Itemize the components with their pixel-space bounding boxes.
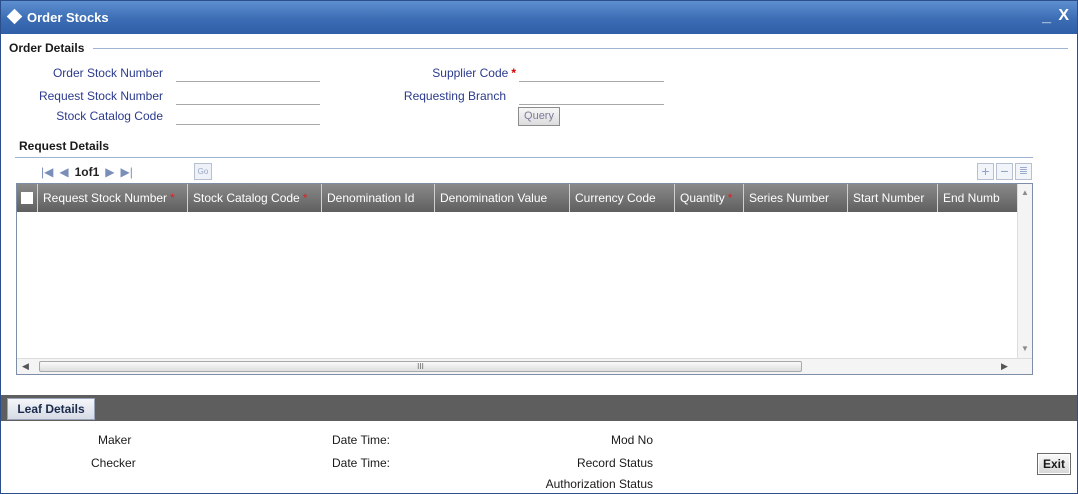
required-marker: *	[170, 191, 175, 205]
request-stock-number-input[interactable]	[176, 87, 320, 105]
col-label: Start Number	[853, 191, 925, 205]
col-label: Request Stock Number	[43, 191, 168, 205]
col-stock-catalog-code[interactable]: Stock Catalog Code *	[188, 184, 322, 212]
scroll-left-icon[interactable]: ◀	[22, 361, 29, 372]
select-all-checkbox-cell	[17, 184, 38, 212]
col-series-number[interactable]: Series Number	[744, 184, 848, 212]
vertical-scrollbar[interactable]: ▲ ▼	[1017, 184, 1032, 359]
col-label: Stock Catalog Code	[193, 191, 300, 205]
col-quantity[interactable]: Quantity *	[675, 184, 744, 212]
record-status-label: Record Status	[576, 456, 653, 470]
order-details-header: Order Details	[9, 41, 85, 55]
scroll-down-icon[interactable]: ▼	[1021, 344, 1029, 353]
select-all-checkbox[interactable]	[21, 191, 33, 204]
grid-header-row: Request Stock Number * Stock Catalog Code…	[17, 184, 1019, 212]
col-denomination-id[interactable]: Denomination Id	[322, 184, 435, 212]
col-start-number[interactable]: Start Number	[848, 184, 938, 212]
delete-row-button[interactable]: −	[996, 163, 1013, 180]
authorization-status-label: Authorization Status	[545, 477, 653, 491]
request-details-grid: Request Stock Number * Stock Catalog Code…	[16, 183, 1033, 375]
minimize-button[interactable]: _	[1042, 8, 1051, 26]
add-row-button[interactable]: +	[977, 163, 994, 180]
supplier-code-label: Supplier Code *	[361, 66, 516, 80]
scroll-right-icon[interactable]: ▶	[1001, 361, 1008, 372]
scroll-up-icon[interactable]: ▲	[1021, 188, 1029, 197]
request-details-divider	[15, 157, 1033, 158]
maker-label: Maker	[98, 433, 132, 447]
col-denomination-value[interactable]: Denomination Value	[435, 184, 570, 212]
go-button[interactable]: Go	[194, 163, 212, 180]
required-marker: *	[727, 191, 733, 205]
col-label: Denomination Id	[327, 191, 415, 205]
window-title: Order Stocks	[27, 10, 109, 25]
requesting-branch-label: Requesting Branch	[403, 89, 506, 103]
col-label: Currency Code	[575, 191, 656, 205]
prev-page-icon[interactable]: ◀	[59, 165, 68, 179]
supplier-code-input[interactable]	[519, 64, 664, 82]
col-label: End Numb	[943, 191, 1000, 205]
stock-catalog-code-label: Stock Catalog Code	[56, 109, 163, 123]
supplier-code-label-text: Supplier Code	[432, 66, 509, 80]
horizontal-scroll-thumb[interactable]: III	[39, 361, 802, 372]
col-currency-code[interactable]: Currency Code	[570, 184, 675, 212]
stock-catalog-code-input[interactable]	[176, 107, 320, 125]
leaf-details-tab[interactable]: Leaf Details	[7, 398, 95, 420]
title-bar: Order Stocks _ X	[1, 1, 1077, 34]
request-details-header: Request Details	[19, 139, 110, 153]
last-page-icon[interactable]: ▶|	[121, 165, 133, 179]
order-stock-number-label: Order Stock Number	[52, 66, 163, 80]
exit-button[interactable]: Exit	[1037, 453, 1071, 475]
order-details-divider	[93, 48, 1068, 49]
col-label: Series Number	[749, 191, 830, 205]
checker-date-time-label: Date Time:	[332, 456, 391, 470]
requesting-branch-input[interactable]	[519, 87, 664, 105]
required-marker: *	[302, 191, 308, 205]
mod-no-label: Mod No	[610, 433, 653, 447]
horizontal-scrollbar[interactable]: ◀ III ▶	[17, 358, 1032, 374]
order-stocks-window: Order Stocks _ X Order Details Order Sto…	[0, 0, 1078, 494]
order-stock-number-input[interactable]	[176, 64, 320, 82]
col-label: Quantity	[680, 191, 725, 205]
maker-date-time-label: Date Time:	[332, 433, 391, 447]
supplier-code-required-marker: *	[511, 66, 516, 80]
checker-label: Checker	[91, 456, 136, 470]
col-request-stock-number[interactable]: Request Stock Number *	[38, 184, 188, 212]
pagination: |◀ ◀ 1of1 ▶ ▶|	[41, 163, 133, 181]
window-diamond-icon	[6, 8, 23, 25]
col-label: Denomination Value	[440, 191, 548, 205]
page-indicator: 1of1	[74, 165, 100, 179]
leaf-details-bar: Leaf Details	[1, 395, 1077, 421]
next-page-icon[interactable]: ▶	[105, 165, 114, 179]
view-row-button[interactable]: ≣	[1015, 163, 1032, 180]
request-stock-number-label: Request Stock Number	[38, 89, 163, 103]
query-button[interactable]: Query	[518, 107, 560, 126]
col-end-number[interactable]: End Numb	[938, 184, 1019, 212]
first-page-icon[interactable]: |◀	[41, 165, 53, 179]
close-button[interactable]: X	[1058, 7, 1069, 25]
